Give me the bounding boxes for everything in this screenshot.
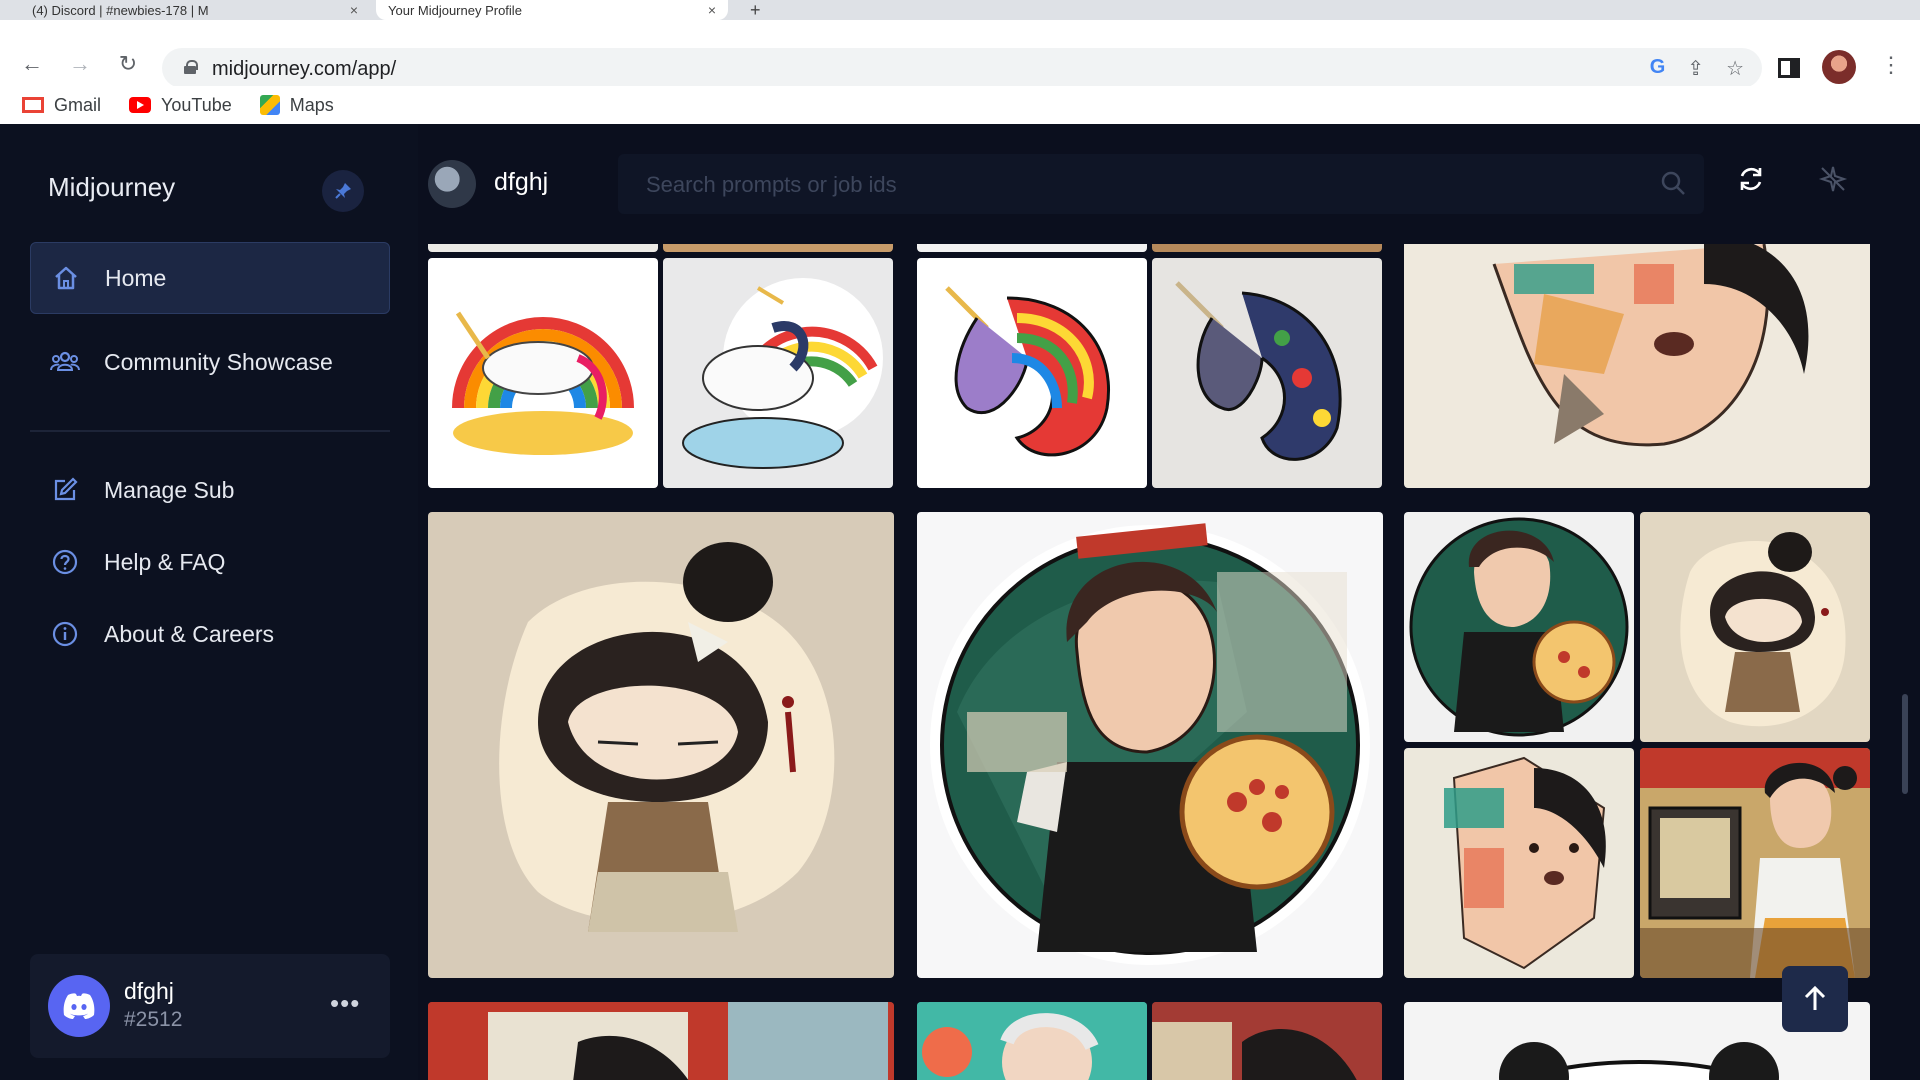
tab-discord-label: (4) Discord | #newbies-178 | M	[32, 2, 209, 18]
search-box[interactable]: Search prompts or job ids	[618, 154, 1704, 214]
share-icon[interactable]: ⇪	[1687, 56, 1704, 81]
youtube-icon	[129, 97, 152, 113]
gallery-image[interactable]	[1640, 748, 1870, 978]
discord-avatar	[48, 975, 110, 1037]
new-tab-button[interactable]: +	[750, 0, 761, 21]
gallery-image[interactable]	[428, 512, 894, 978]
address-bar[interactable]: midjourney.com/app/ G ⇪ ☆	[162, 48, 1762, 88]
sidebar-item-label: Help & FAQ	[104, 548, 226, 575]
sidebar-item-manage-sub[interactable]: Manage Sub	[30, 454, 390, 526]
bookmark-gmail[interactable]: Gmail	[22, 95, 101, 116]
gallery-image[interactable]	[917, 1002, 1147, 1080]
user-name: dfghj	[124, 978, 174, 1004]
info-icon	[50, 619, 80, 649]
image-gallery	[428, 244, 1872, 1080]
page-header: dfghj Search prompts or job ids	[418, 124, 1920, 244]
header-username: dfghj	[494, 168, 549, 196]
sparkle-off-icon[interactable]	[1818, 164, 1848, 194]
close-icon[interactable]: ×	[350, 2, 358, 18]
gallery-image[interactable]	[1152, 258, 1382, 488]
brand-title[interactable]: Midjourney	[48, 172, 175, 203]
scroll-to-top-button[interactable]	[1782, 966, 1848, 1032]
sidebar-item-label: Home	[105, 264, 167, 291]
profile-avatar[interactable]	[1822, 50, 1856, 84]
bookmarks-bar: Gmail YouTube Maps	[0, 86, 1920, 124]
gallery-image[interactable]	[428, 244, 658, 252]
browser-toolbar: ← → ↻ midjourney.com/app/ G ⇪ ☆ ⋮	[0, 20, 1920, 96]
reload-icon[interactable]: ↻	[114, 50, 142, 78]
gallery-image[interactable]	[1404, 512, 1634, 742]
forward-icon[interactable]: →	[66, 50, 94, 78]
pin-button[interactable]	[322, 170, 364, 212]
browser-tab-bar: (4) Discord | #newbies-178 | M × Your Mi…	[0, 0, 1920, 20]
browser-menu-icon[interactable]: ⋮	[1880, 52, 1902, 78]
sidebar-item-community-showcase[interactable]: Community Showcase	[30, 326, 390, 398]
gallery-image[interactable]	[1640, 512, 1870, 742]
bookmark-label: Gmail	[54, 94, 102, 115]
gallery-image[interactable]	[428, 1002, 894, 1080]
back-icon[interactable]: ←	[18, 50, 46, 78]
gallery-image[interactable]	[917, 512, 1383, 978]
sidebar-item-label: Manage Sub	[104, 476, 235, 503]
tab-discord[interactable]: (4) Discord | #newbies-178 | M ×	[20, 0, 370, 20]
pin-icon	[335, 183, 351, 199]
gallery-image[interactable]	[428, 258, 658, 488]
gallery-image[interactable]	[1404, 244, 1870, 488]
gmail-icon	[22, 97, 44, 113]
search-icon[interactable]	[1660, 170, 1686, 196]
sidebar-item-help-faq[interactable]: Help & FAQ	[30, 526, 390, 598]
community-icon	[50, 347, 80, 377]
scrollbar-thumb[interactable]	[1902, 694, 1908, 794]
help-icon	[50, 547, 80, 577]
tab-midjourney-label: Your Midjourney Profile	[388, 2, 522, 18]
user-tag: #2512	[124, 1008, 183, 1031]
bookmark-label: Maps	[289, 94, 334, 115]
bookmark-label: YouTube	[161, 94, 232, 115]
gallery-image[interactable]	[663, 244, 893, 252]
gallery-image[interactable]	[663, 258, 893, 488]
bookmark-maps[interactable]: Maps	[259, 94, 334, 116]
close-icon[interactable]: ×	[708, 2, 716, 18]
discord-icon	[63, 993, 95, 1019]
sidebar-item-label: Community Showcase	[104, 348, 333, 375]
sidebar-item-about-careers[interactable]: About & Careers	[30, 598, 390, 670]
url-text[interactable]: midjourney.com/app/	[212, 58, 396, 81]
search-input[interactable]: Search prompts or job ids	[646, 172, 897, 198]
lock-icon[interactable]	[184, 60, 198, 74]
gallery-image[interactable]	[1152, 244, 1382, 252]
midjourney-app: Midjourney Home Community Showcase Manag…	[0, 124, 1920, 1080]
gallery-image[interactable]	[917, 244, 1147, 252]
header-avatar[interactable]	[428, 160, 476, 208]
refresh-icon[interactable]	[1736, 164, 1766, 194]
arrow-up-icon	[1804, 985, 1826, 1010]
maps-icon	[259, 95, 280, 115]
home-icon	[51, 263, 81, 293]
sidebar-item-home[interactable]: Home	[30, 242, 390, 314]
google-icon[interactable]: G	[1650, 56, 1666, 81]
side-panel-icon[interactable]	[1778, 58, 1800, 78]
gallery-image[interactable]	[917, 258, 1147, 488]
more-options-icon[interactable]: •••	[330, 988, 360, 1019]
sidebar-divider	[30, 430, 390, 432]
bookmark-youtube[interactable]: YouTube	[129, 95, 232, 116]
user-card[interactable]: dfghj #2512 •••	[30, 954, 390, 1058]
edit-icon	[50, 475, 80, 505]
sidebar: Midjourney Home Community Showcase Manag…	[0, 124, 418, 1080]
star-icon[interactable]: ☆	[1726, 56, 1744, 81]
gallery-image[interactable]	[1152, 1002, 1382, 1080]
gallery-image[interactable]	[1404, 748, 1634, 978]
tab-midjourney[interactable]: Your Midjourney Profile ×	[376, 0, 728, 20]
sidebar-item-label: About & Careers	[104, 620, 275, 647]
